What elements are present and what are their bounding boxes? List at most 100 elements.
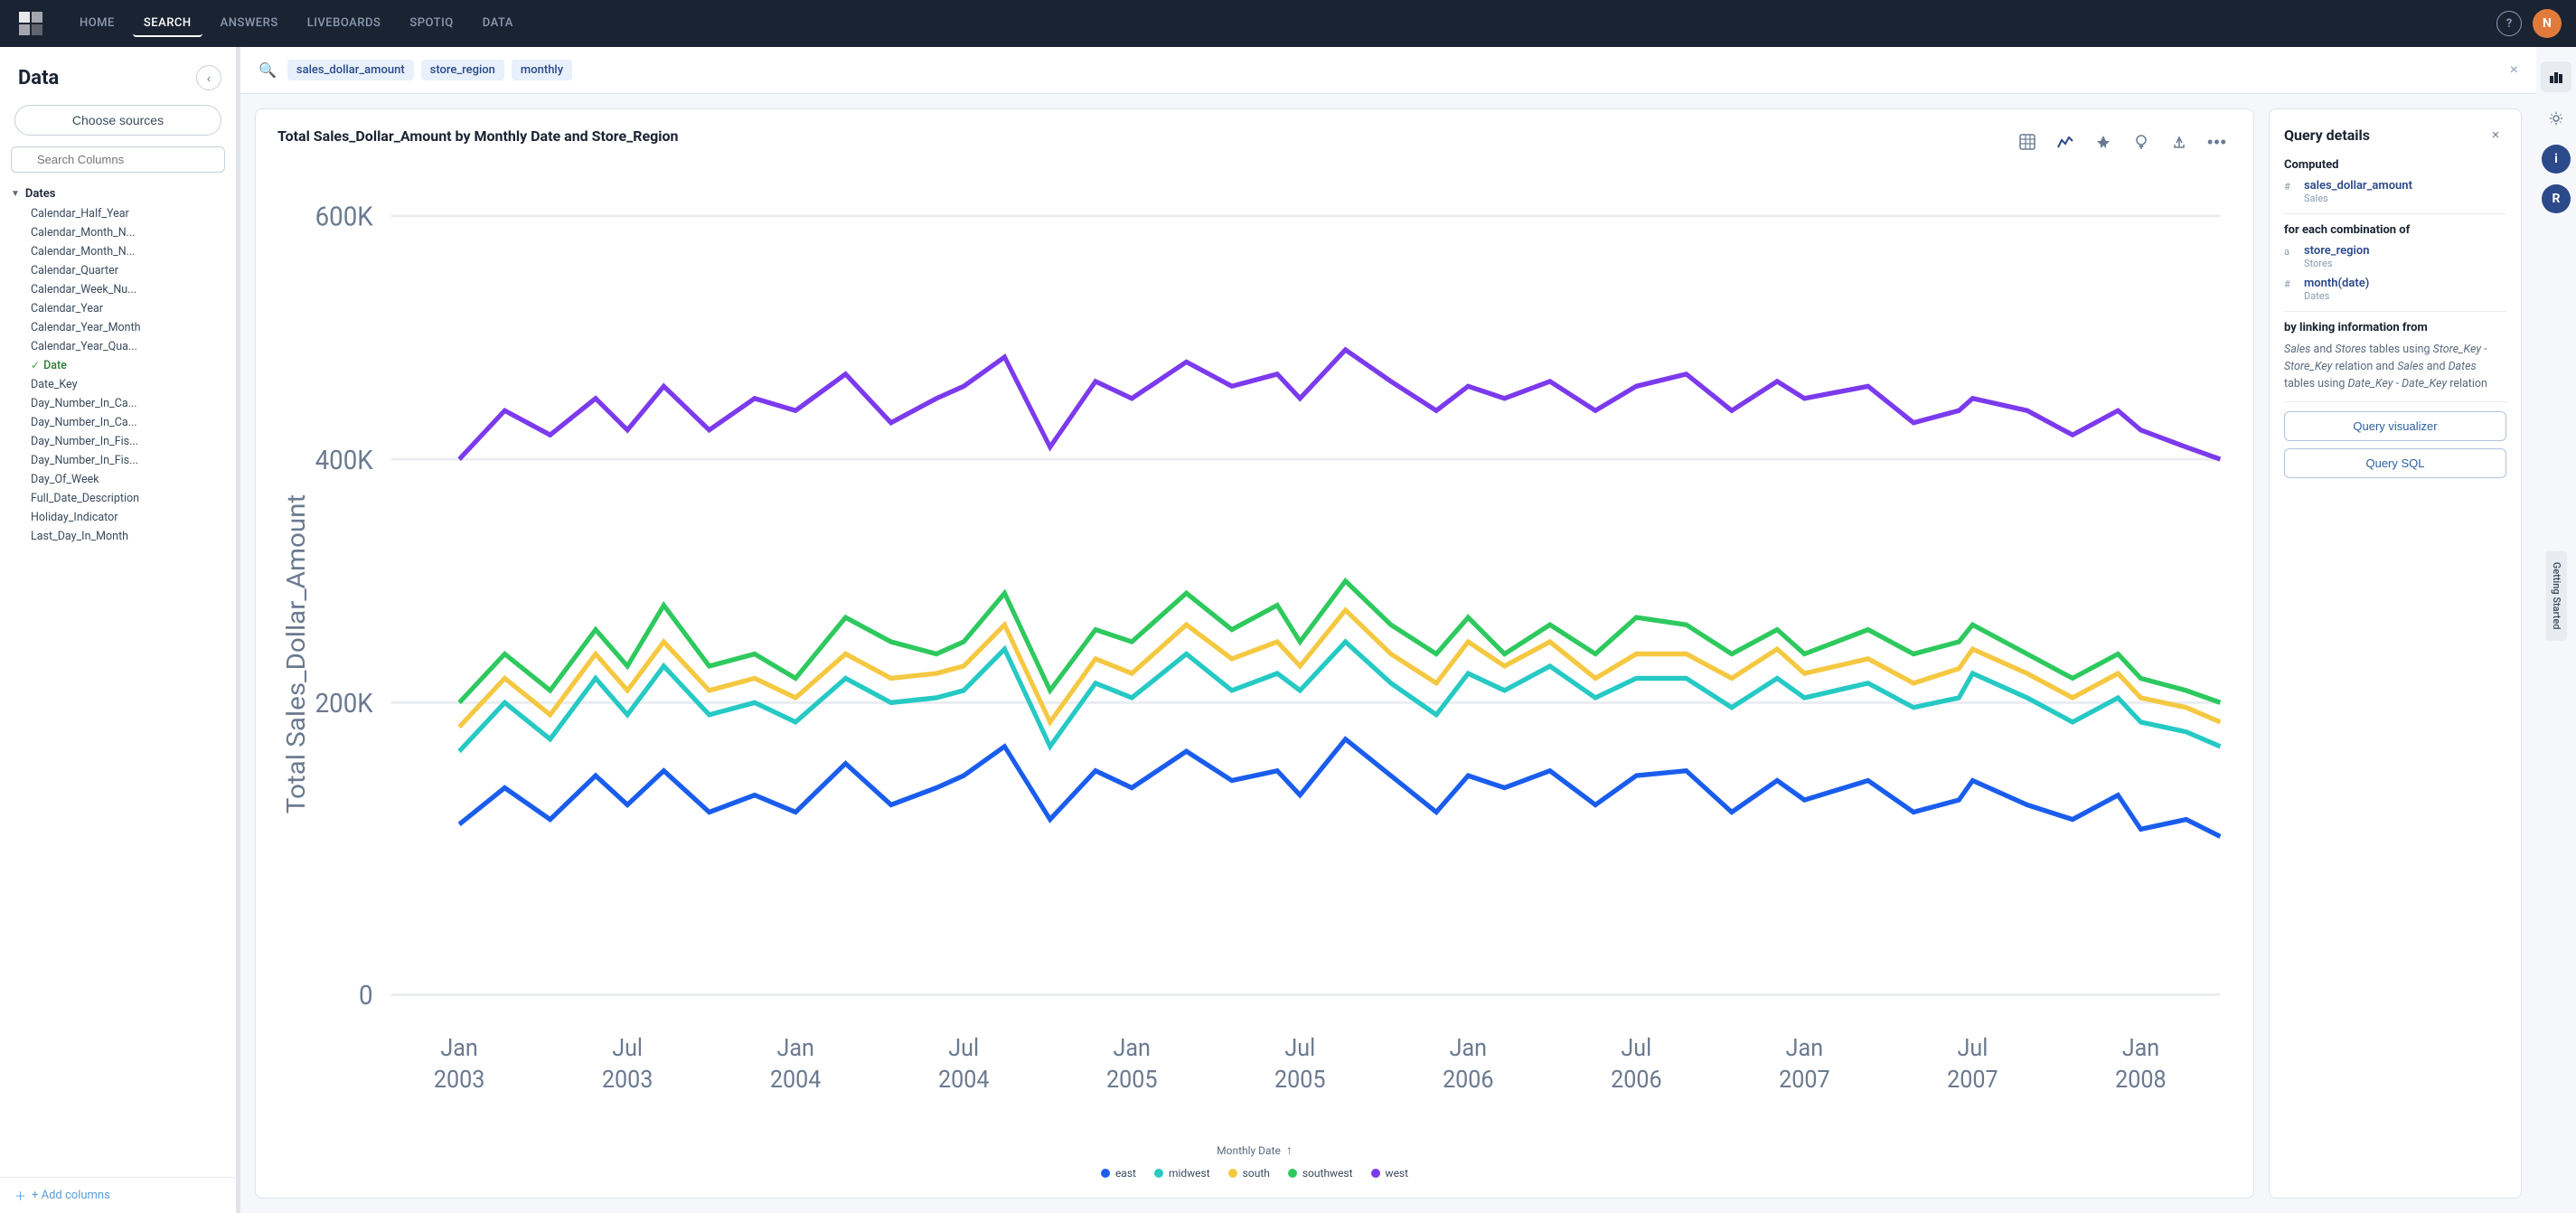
svg-text:Jul: Jul — [1957, 1034, 1988, 1062]
query-sql-button[interactable]: Query SQL — [2284, 448, 2506, 478]
legend-south: south — [1228, 1167, 1270, 1180]
tree-item-day-number-fis-2[interactable]: Day_Number_In_Fis... — [0, 451, 236, 470]
legend-label-west: west — [1386, 1167, 1409, 1180]
tree-item-date-key[interactable]: Date_Key — [0, 375, 236, 394]
search-columns-wrap: 🔍 — [0, 146, 236, 180]
gear-icon — [2548, 110, 2564, 127]
info-button[interactable]: i — [2542, 145, 2571, 174]
search-columns-input[interactable] — [11, 146, 225, 173]
tree-item-holiday-indicator[interactable]: Holiday_Indicator — [0, 508, 236, 527]
sidebar-header: Data ‹ — [0, 47, 236, 101]
share-button[interactable] — [2165, 127, 2194, 156]
computed-label: Computed — [2284, 158, 2506, 172]
chart-container: Total Sales_Dollar_Amount by Monthly Dat… — [240, 94, 2536, 1213]
x-axis-label: Monthly Date ↑ — [277, 1141, 2232, 1160]
help-button[interactable]: ? — [2496, 11, 2522, 36]
tree-item-calendar-year[interactable]: Calendar_Year — [0, 299, 236, 318]
svg-text:2006: 2006 — [1611, 1066, 1661, 1094]
tree-item-last-day[interactable]: Last_Day_In_Month — [0, 527, 236, 546]
nav-right: ? N — [2496, 9, 2562, 38]
tree-item-calendar-year-month[interactable]: Calendar_Year_Month — [0, 318, 236, 337]
line-chart-svg: 600K 400K 200K 0 Total Sales_Dollar_Amou… — [277, 167, 2232, 1141]
settings-right-button[interactable] — [2541, 103, 2571, 134]
svg-text:Jul: Jul — [1621, 1034, 1651, 1062]
tree-item-calendar-year-qua[interactable]: Calendar_Year_Qua... — [0, 337, 236, 356]
tree-item-calendar-quarter[interactable]: Calendar_Quarter — [0, 261, 236, 280]
chart-actions: ••• — [2013, 127, 2232, 156]
tree-item-day-of-week[interactable]: Day_Of_Week — [0, 470, 236, 489]
alpha-icon: a — [2284, 246, 2297, 258]
svg-text:600K: 600K — [315, 201, 373, 232]
nav-answers[interactable]: ANSWERS — [210, 11, 289, 37]
tree-section-label-dates: Dates — [25, 187, 56, 201]
legend-dot-south — [1228, 1169, 1237, 1178]
qd-field-name-sales: sales_dollar_amount — [2304, 179, 2412, 193]
nav-search[interactable]: SEARCH — [133, 11, 202, 37]
pin-button[interactable] — [2089, 127, 2118, 156]
tree-item-day-number-ca-1[interactable]: Day_Number_In_Ca... — [0, 394, 236, 413]
choose-sources-button[interactable]: Choose sources — [14, 105, 221, 136]
tree-arrow-dates: ▼ — [11, 189, 20, 199]
sidebar: Data ‹ Choose sources 🔍 ▼ Dates Calendar… — [0, 47, 237, 1213]
qd-dimension-date: # month(date) Dates — [2284, 277, 2506, 302]
svg-text:Jan: Jan — [2122, 1034, 2159, 1062]
r-button[interactable]: R — [2542, 184, 2571, 213]
svg-text:2004: 2004 — [938, 1066, 990, 1094]
svg-text:2003: 2003 — [434, 1066, 484, 1094]
svg-text:0: 0 — [359, 979, 373, 1011]
add-columns-icon: ＋ — [14, 1187, 26, 1204]
tree-item-calendar-month-1[interactable]: Calendar_Month_N... — [0, 223, 236, 242]
table-view-button[interactable] — [2013, 127, 2042, 156]
svg-text:Jan: Jan — [440, 1034, 477, 1062]
tree-item-day-number-ca-2[interactable]: Day_Number_In_Ca... — [0, 413, 236, 432]
nav-liveboards[interactable]: LIVEBOARDS — [296, 11, 392, 37]
tree-item-calendar-half-year[interactable]: Calendar_Half_Year — [0, 204, 236, 223]
sidebar-tree: ▼ Dates Calendar_Half_Year Calendar_Mont… — [0, 180, 236, 1177]
sidebar-collapse-button[interactable]: ‹ — [196, 65, 221, 90]
app-logo[interactable] — [14, 7, 47, 40]
svg-text:Total Sales_Dollar_Amount: Total Sales_Dollar_Amount — [281, 494, 311, 813]
svg-text:Jan: Jan — [776, 1034, 813, 1062]
sidebar-title: Data — [18, 67, 59, 89]
qd-field-sub-region: Stores — [2304, 258, 2370, 269]
user-avatar[interactable]: N — [2533, 9, 2562, 38]
nav-spotiq[interactable]: SPOTIQ — [399, 11, 464, 37]
chart-wrapper: 600K 400K 200K 0 Total Sales_Dollar_Amou… — [277, 167, 2232, 1141]
search-icon: 🔍 — [259, 61, 277, 79]
sidebar-footer[interactable]: ＋ + Add columns — [0, 1177, 236, 1213]
svg-text:200K: 200K — [315, 687, 373, 719]
legend-label-south: south — [1243, 1167, 1270, 1180]
more-actions-button[interactable]: ••• — [2203, 127, 2232, 156]
insight-button[interactable] — [2127, 127, 2156, 156]
tree-item-calendar-week[interactable]: Calendar_Week_Nu... — [0, 280, 236, 299]
top-nav: HOME SEARCH ANSWERS LIVEBOARDS SPOTIQ DA… — [0, 0, 2576, 47]
svg-text:2005: 2005 — [1106, 1066, 1157, 1094]
tree-section-dates[interactable]: ▼ Dates — [0, 183, 236, 204]
tree-item-date[interactable]: ✓Date — [0, 356, 236, 375]
search-token-monthly[interactable]: monthly — [512, 60, 572, 80]
nav-home[interactable]: HOME — [69, 11, 126, 37]
query-details-header: Query details × — [2284, 124, 2506, 146]
nav-data[interactable]: DATA — [472, 11, 524, 37]
legend-midwest: midwest — [1154, 1167, 1210, 1180]
svg-text:Jan: Jan — [1450, 1034, 1487, 1062]
legend-dot-east — [1101, 1169, 1110, 1178]
bar-chart-right-button[interactable] — [2541, 61, 2571, 92]
search-token-sales[interactable]: sales_dollar_amount — [287, 60, 414, 80]
tree-item-calendar-month-2[interactable]: Calendar_Month_N... — [0, 242, 236, 261]
sort-ascending-icon[interactable]: ↑ — [1286, 1142, 1293, 1158]
line-chart-button[interactable] — [2051, 127, 2080, 156]
query-details-close-button[interactable]: × — [2485, 124, 2506, 146]
content-area: 🔍 sales_dollar_amount store_region month… — [240, 47, 2536, 1213]
tree-item-full-date-desc[interactable]: Full_Date_Description — [0, 489, 236, 508]
search-clear-button[interactable]: × — [2510, 62, 2518, 79]
tree-item-day-number-fis-1[interactable]: Day_Number_In_Fis... — [0, 432, 236, 451]
getting-started-tab[interactable]: Getting Started — [2546, 551, 2567, 641]
legend-label-east: east — [1115, 1167, 1136, 1180]
svg-text:Jul: Jul — [612, 1034, 643, 1062]
svg-text:2006: 2006 — [1443, 1066, 1493, 1094]
query-visualizer-button[interactable]: Query visualizer — [2284, 411, 2506, 441]
svg-text:2007: 2007 — [1947, 1066, 1998, 1094]
search-token-region[interactable]: store_region — [421, 60, 504, 80]
bar-chart-icon — [2548, 69, 2564, 85]
